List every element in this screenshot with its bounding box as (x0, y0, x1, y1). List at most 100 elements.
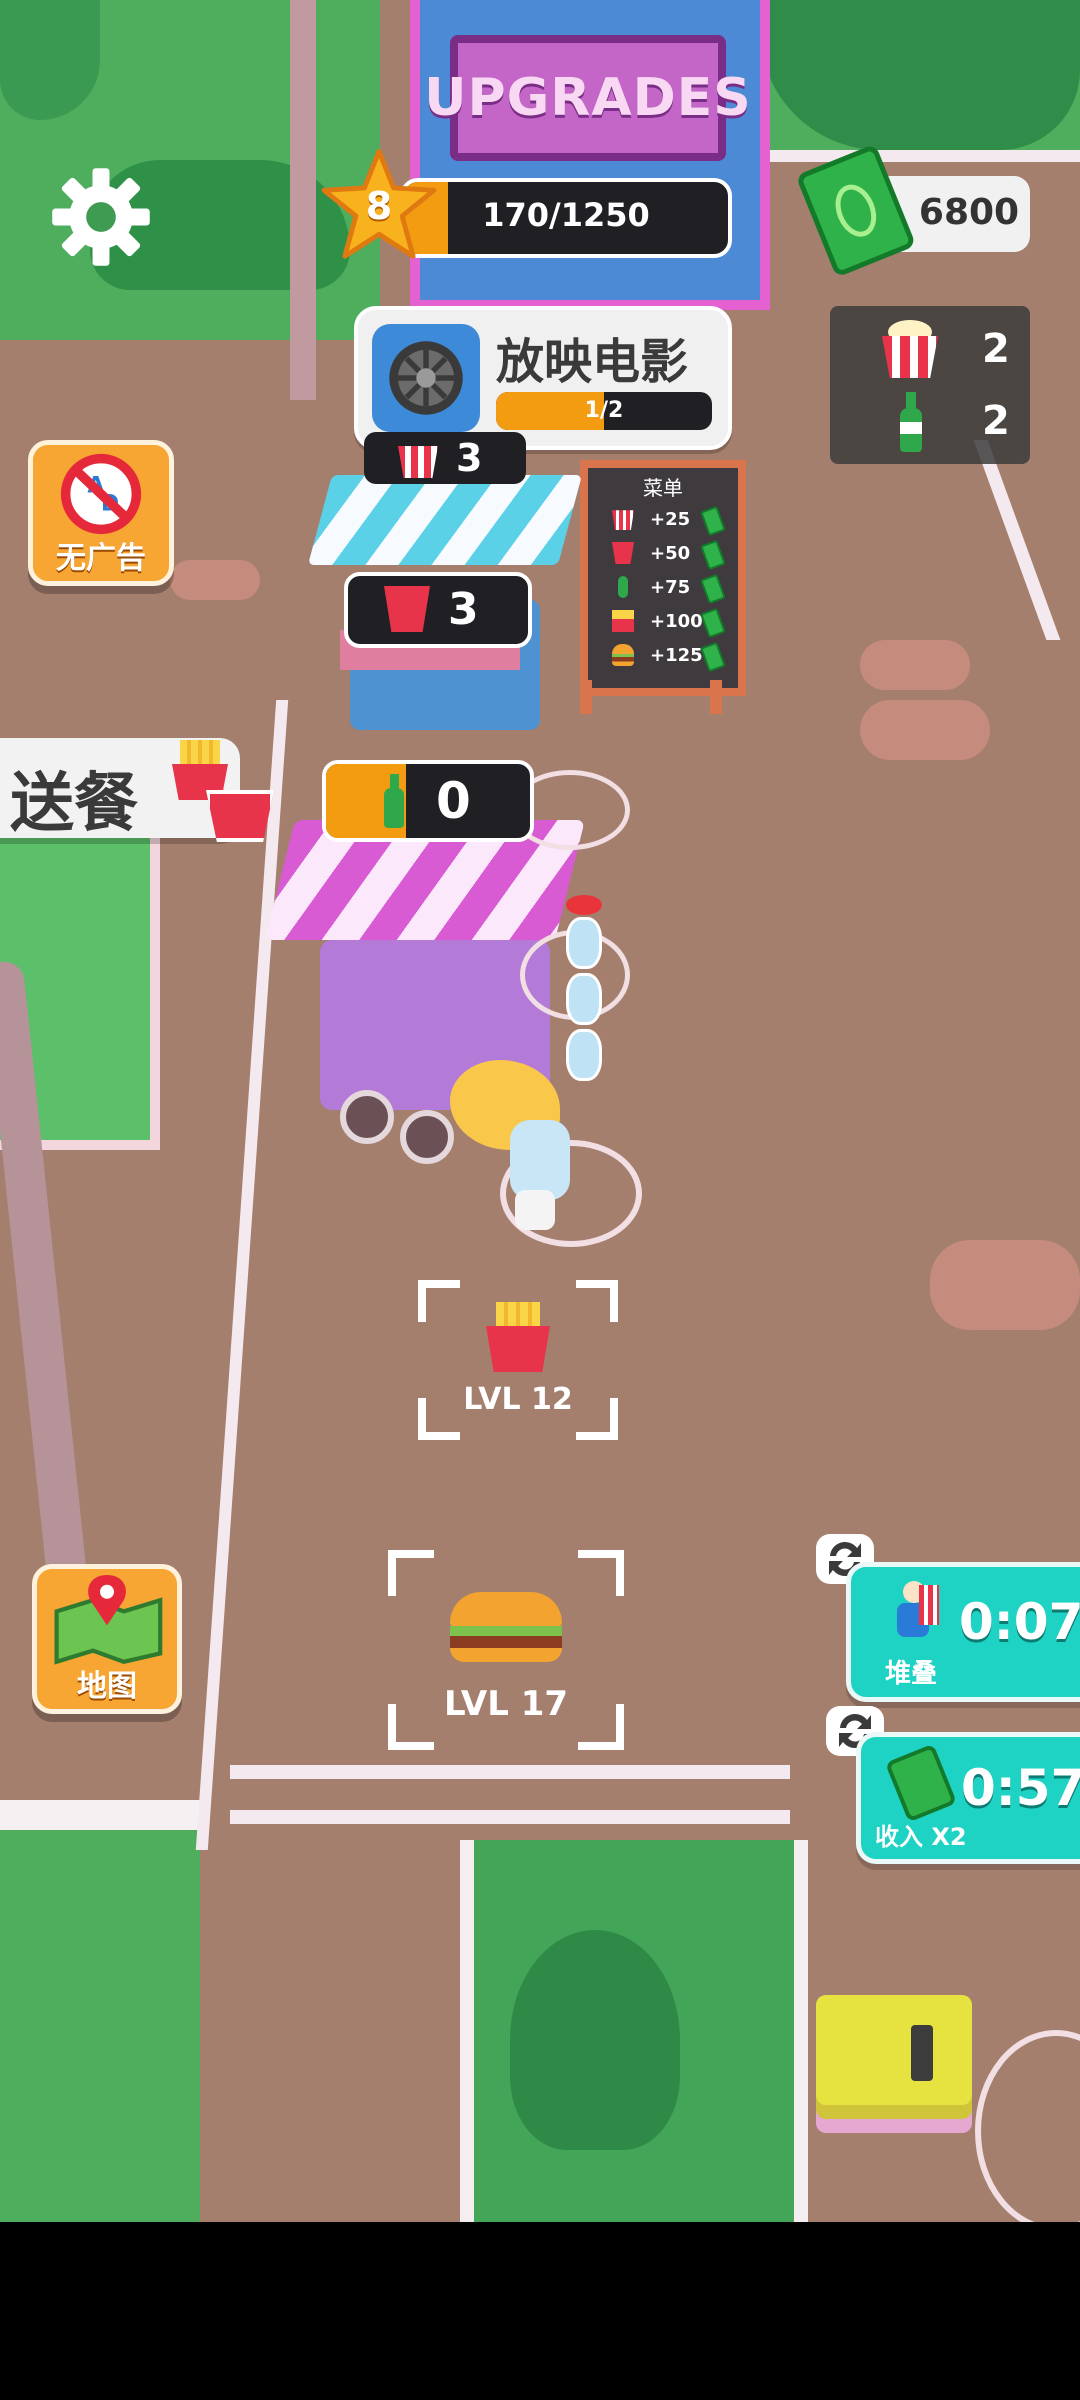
popcorn-icon (882, 320, 938, 378)
cup-icon (384, 586, 430, 632)
stack-boost-label: 堆叠 (885, 1659, 938, 1689)
game-scene[interactable]: UPGRADES 菜单 +25 +50 +75 +100 +125 LVL 12… (0, 0, 1080, 2222)
cup-icon (612, 542, 634, 564)
stack-boost-button[interactable]: 0:07 堆叠 (846, 1562, 1080, 1702)
task-title: 放映电影 (496, 334, 689, 390)
wheel (400, 1110, 454, 1164)
menu-item: +100 (594, 605, 732, 639)
burger-icon (450, 1592, 562, 1662)
pine-tree (510, 1930, 680, 2150)
bottle-icon (384, 774, 404, 828)
no-ads-button[interactable]: A D 无广告 (28, 440, 174, 586)
navigation-bar-area (0, 2222, 1080, 2400)
menu-item-price: +100 (650, 611, 703, 632)
wheel (340, 1090, 394, 1144)
settings-button[interactable] (48, 164, 154, 270)
level-number: 8 (365, 184, 393, 228)
menu-item-price: +125 (650, 645, 703, 666)
stack-boost-timer: 0:07 (959, 1593, 1080, 1651)
cash-icon (700, 573, 726, 605)
carried-cup-stack (566, 895, 602, 1115)
menu-board-leg (580, 680, 592, 714)
cash-icon (884, 1743, 958, 1823)
task-icon-tile (372, 324, 480, 432)
task-progress-bar: 1/2 (496, 392, 712, 430)
income-boost-button[interactable]: 0:57 收入 X2 (856, 1732, 1080, 1864)
popcorn-stall-awning (307, 475, 583, 565)
task-card[interactable]: 放映电影 1/2 (354, 306, 732, 450)
fence-right (973, 440, 1061, 640)
fries-slot[interactable]: LVL 12 (418, 1280, 618, 1440)
task-progress-text: 1/2 (584, 398, 624, 423)
menu-item-price: +75 (650, 577, 691, 598)
menu-item-price: +25 (650, 509, 691, 530)
menu-item: +75 (594, 571, 732, 605)
fence-left (195, 700, 289, 1850)
stacker-icon (889, 1581, 939, 1647)
level-badge: 8 (318, 146, 440, 264)
bottle-stall-count: 0 (436, 772, 471, 830)
fence-bottom (230, 1810, 790, 1824)
ground-patch (170, 560, 260, 600)
delivery-label: 送餐 (10, 767, 138, 841)
delivery-button[interactable]: 送餐 (0, 738, 274, 842)
menu-item: +25 (594, 503, 732, 537)
cup-stall-counter: 3 (344, 572, 532, 648)
menu-board-title: 菜单 (643, 476, 683, 500)
fence-bottom (230, 1765, 790, 1779)
cup-icon (206, 790, 274, 842)
menu-item-list: +25 +50 +75 +100 +125 (588, 503, 738, 673)
no-ads-icon: A D (60, 453, 142, 535)
cash-amount: 6800 (918, 192, 1020, 233)
ground-patch (860, 640, 970, 690)
lamp-pole (290, 0, 316, 400)
film-reel-icon (389, 341, 463, 415)
xp-text: 170/1250 (482, 196, 650, 234)
map-icon (54, 1575, 163, 1665)
bottle-icon (900, 392, 922, 452)
income-boost-label: 收入 X2 (875, 1823, 967, 1851)
cash-icon (700, 539, 726, 571)
inventory-count: 2 (982, 398, 1010, 444)
menu-board-leg (710, 680, 722, 714)
fries-icon (486, 1302, 550, 1372)
fries-slot-level: LVL 12 (463, 1382, 573, 1417)
menu-item-price: +50 (650, 543, 691, 564)
player-body (510, 1120, 570, 1200)
no-ads-label: 无广告 (56, 541, 146, 576)
income-boost-timer: 0:57 (961, 1759, 1080, 1817)
popcorn-icon (612, 510, 634, 530)
player-legs (515, 1190, 555, 1230)
cash-icon (700, 607, 726, 639)
xp-bar: 170/1250 (400, 178, 732, 258)
popcorn-icon (398, 446, 438, 478)
fries-icon (612, 610, 634, 632)
cup-stall-count: 3 (448, 584, 479, 635)
inventory-count: 2 (982, 326, 1010, 372)
popcorn-stall-counter: 3 (364, 432, 526, 484)
burger-icon (612, 644, 634, 666)
fence-top-right (720, 150, 1080, 162)
inventory-row: 2 (882, 320, 1022, 380)
map-label: 地图 (77, 1669, 137, 1704)
ground-patch (930, 1240, 1080, 1330)
map-button[interactable]: 地图 (32, 1564, 182, 1714)
bottle-stall-counter: 0 (322, 760, 534, 842)
inventory-panel: 2 2 (830, 306, 1030, 464)
drop-zone-circle[interactable] (975, 2030, 1080, 2222)
upgrades-sign[interactable]: UPGRADES (424, 35, 751, 161)
burger-slot[interactable]: LVL 17 (388, 1550, 624, 1750)
cash-icon (700, 505, 726, 537)
gear-icon (52, 168, 150, 266)
popcorn-stall-count: 3 (456, 436, 483, 480)
menu-item: +125 (594, 639, 732, 673)
bottle-icon (618, 576, 628, 598)
trash-bin[interactable] (816, 1995, 972, 2105)
cash-icon (700, 641, 726, 673)
burger-slot-level: LVL 17 (443, 1684, 569, 1724)
menu-item: +50 (594, 537, 732, 571)
inventory-row: 2 (882, 392, 1022, 452)
menu-board: 菜单 +25 +50 +75 +100 +125 (580, 460, 746, 696)
grass-bottom-left (0, 1800, 200, 2222)
upgrades-sign-text: UPGRADES (424, 68, 752, 128)
